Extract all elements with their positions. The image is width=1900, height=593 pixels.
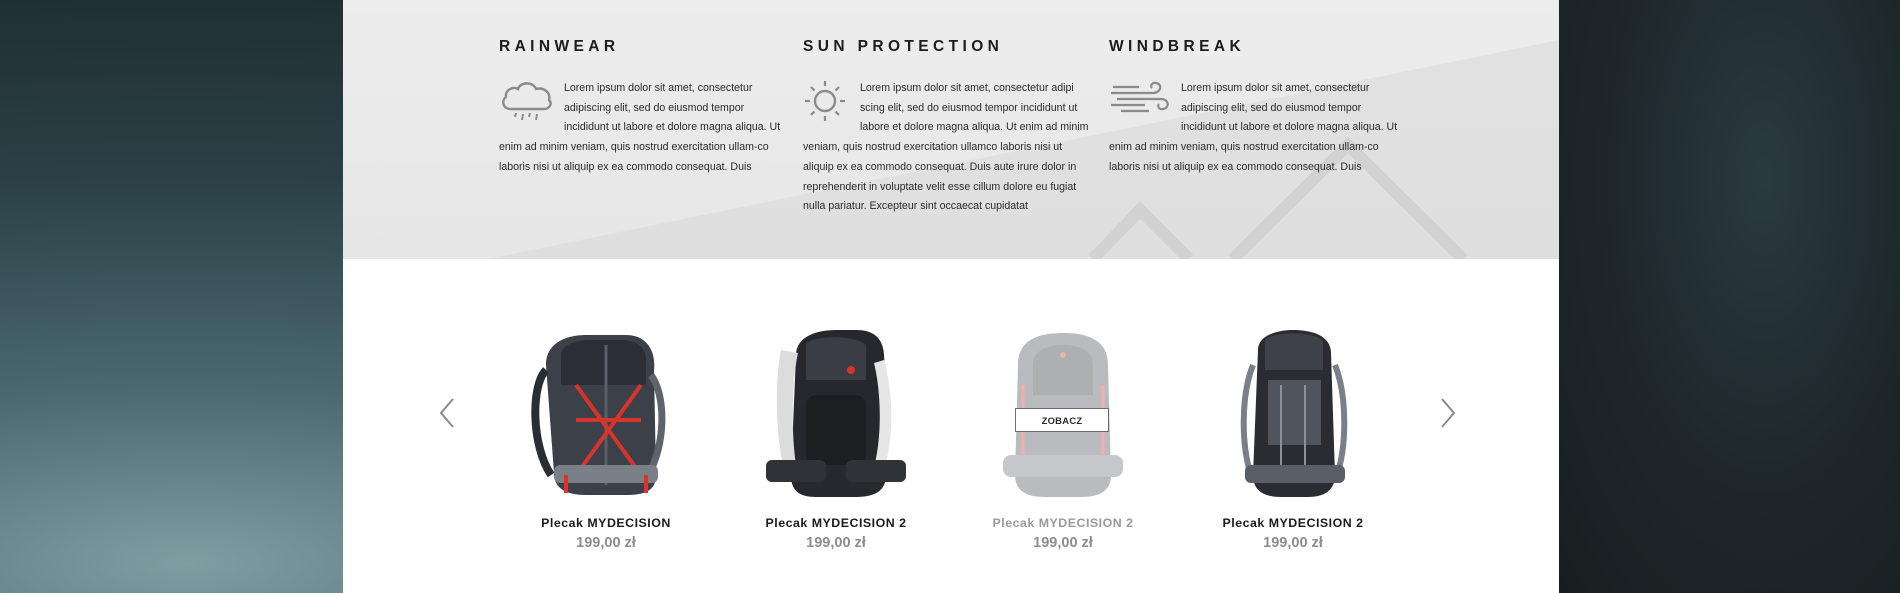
feature-sun-protection: SUN PROTECTION Lorem ipsum dolor sit ame… — [803, 38, 1093, 217]
feature-rainwear: RAINWEAR Lorem ipsum dolor sit amet, con… — [499, 38, 789, 178]
page-content: RAINWEAR Lorem ipsum dolor sit amet, con… — [343, 0, 1559, 593]
feature-title: SUN PROTECTION — [803, 38, 1004, 55]
features-section: RAINWEAR Lorem ipsum dolor sit amet, con… — [343, 0, 1559, 259]
product-card[interactable]: Plecak MYDECISION 2 199,00 zł — [736, 325, 936, 551]
product-name[interactable]: Plecak MYDECISION 2 — [1193, 516, 1393, 530]
product-card[interactable]: Plecak MYDECISION 2 199,00 zł — [963, 325, 1163, 551]
wind-icon — [1109, 79, 1171, 127]
product-price: 199,00 zł — [806, 535, 866, 551]
chevron-right-icon[interactable] — [1436, 396, 1458, 430]
feature-windbreak: WINDBREAK Lorem ipsum dolor sit amet, co… — [1109, 38, 1399, 178]
rain-cloud-icon — [499, 79, 554, 131]
product-image[interactable] — [1193, 325, 1393, 500]
product-image[interactable] — [506, 325, 706, 500]
product-image[interactable] — [736, 325, 936, 500]
background-right — [1559, 0, 1900, 593]
chevron-left-icon[interactable] — [437, 396, 459, 430]
feature-description: Lorem ipsum dolor sit amet, consectetur … — [803, 79, 1093, 217]
carousel-next-button[interactable] — [1436, 396, 1458, 430]
feature-title: RAINWEAR — [499, 38, 620, 55]
product-price: 199,00 zł — [1033, 535, 1093, 551]
product-card[interactable]: Plecak MYDECISION 2 199,00 zł — [1193, 325, 1393, 551]
product-price: 199,00 zł — [576, 535, 636, 551]
product-name[interactable]: Plecak MYDECISION — [506, 516, 706, 530]
product-name[interactable]: Plecak MYDECISION 2 — [736, 516, 936, 530]
product-card[interactable]: Plecak MYDECISION 199,00 zł — [506, 325, 706, 551]
carousel-prev-button[interactable] — [437, 396, 459, 430]
feature-title: WINDBREAK — [1109, 38, 1246, 55]
product-price: 199,00 zł — [1263, 535, 1323, 551]
view-product-button[interactable]: ZOBACZ — [1015, 408, 1109, 432]
feature-description: Lorem ipsum dolor sit amet, consectetur … — [1109, 79, 1399, 178]
product-name[interactable]: Plecak MYDECISION 2 — [963, 516, 1163, 530]
feature-description: Lorem ipsum dolor sit amet, consectetur … — [499, 79, 789, 178]
sun-icon — [803, 79, 850, 131]
